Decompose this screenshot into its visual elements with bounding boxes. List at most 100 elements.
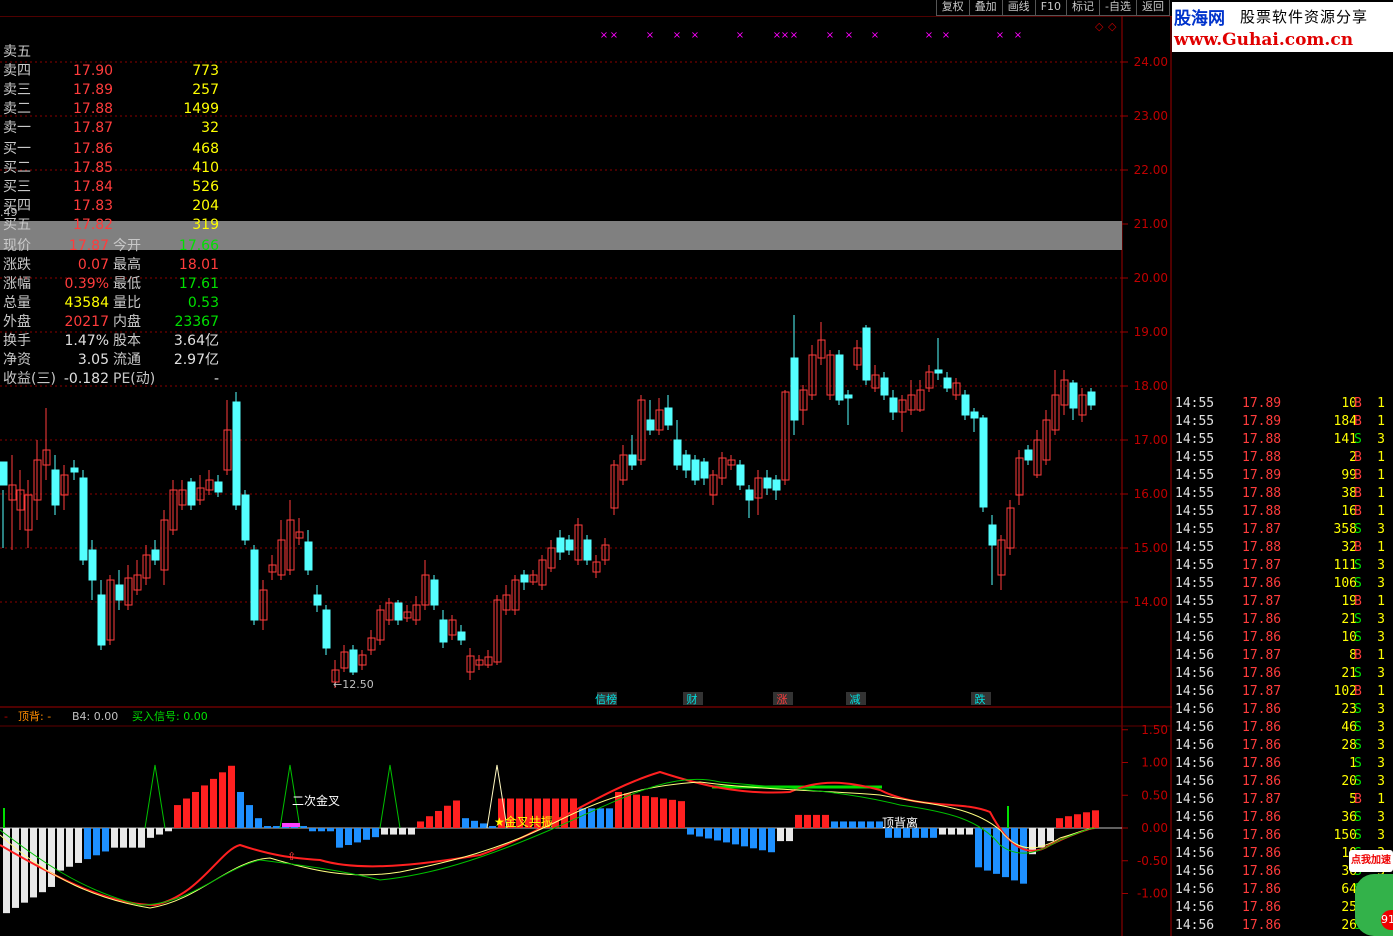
speedup-ad[interactable]: 点我加速 (1349, 850, 1393, 872)
tick-price: 17.86 (1242, 918, 1282, 933)
signal-marker: × (790, 30, 798, 41)
macd-bar (417, 821, 424, 828)
candle-body (790, 357, 799, 421)
tick-row: 14:55 17.88 38 B 1 (1172, 485, 1393, 503)
tick-row: 14:5617.8610S3 (1172, 629, 1393, 647)
signal-marker: × (673, 30, 681, 41)
macd-bar (219, 772, 226, 828)
tick-side: S (1354, 558, 1362, 573)
price-tick-label: 19.00 (1134, 325, 1168, 339)
sell-price: 17.89 (73, 82, 114, 98)
candle-body (97, 594, 106, 646)
tick-price: 17.86 (1242, 738, 1282, 753)
stat-value: 0.07 (77, 257, 109, 273)
macd-bar (1092, 810, 1099, 828)
tick-count: 3 (1377, 630, 1385, 645)
stat-label: 涨幅 (3, 276, 31, 292)
tick-time: 14:55 (1175, 396, 1215, 411)
buy-row: 买五 17.82 319 (0, 216, 221, 235)
tick-time: 14:56 (1175, 810, 1215, 825)
candle-body (889, 397, 898, 413)
candle-body (1087, 391, 1096, 406)
macd-bar (1065, 816, 1072, 828)
corner-diamond-icon: ◇ (1095, 20, 1104, 33)
tick-count: 3 (1377, 558, 1385, 573)
macd-bar (660, 798, 667, 828)
stat-row: 收益(三) -0.182 PE(动) - (0, 370, 221, 389)
tick-time: 14:55 (1175, 576, 1215, 591)
toolbar-button-2[interactable]: 画线 (1001, 0, 1035, 16)
buy-label: 买四 (3, 198, 31, 214)
tick-side: B (1354, 792, 1362, 807)
tick-count: 1 (1377, 396, 1385, 411)
macd-bar (120, 828, 127, 848)
tick-side: S (1354, 774, 1362, 789)
tick-row: 14:55 17.88 2 B 1 (1172, 449, 1393, 467)
macd-bar (192, 791, 199, 828)
tick-side: S (1354, 828, 1362, 843)
signal-marker: × (691, 30, 699, 41)
macd-bar (264, 826, 271, 828)
stat-value: 1.47% (64, 333, 109, 349)
macd-bar (471, 820, 478, 828)
tick-time: 14:55 (1175, 486, 1215, 501)
macd-bar (102, 828, 109, 852)
candle-body (583, 539, 592, 561)
buy-label: 买二 (3, 160, 31, 176)
candle-body (241, 494, 250, 541)
macd-bar (606, 808, 613, 828)
toolbar-button-0[interactable]: 复权 (935, 0, 969, 16)
toolbar-button-5[interactable]: -自选 (1099, 0, 1136, 16)
tick-row: 14:55 17.86 21 S 3 (1172, 611, 1393, 629)
macd-bar (714, 828, 721, 841)
tick-price: 17.86 (1242, 720, 1282, 735)
candle-body (70, 467, 79, 473)
tick-time: 14:56 (1175, 918, 1215, 933)
indicator-tick-label: 1.00 (1141, 756, 1168, 770)
tick-time: 14:56 (1175, 864, 1215, 879)
tick-row: 14:55 17.89 10 B 1 (1172, 395, 1393, 413)
macd-bar (822, 814, 829, 828)
tick-side: S (1354, 720, 1362, 735)
candle-body (691, 459, 700, 481)
stat-value: 17.87 (68, 238, 109, 254)
candle-body (187, 481, 196, 506)
signal-marker: × (942, 30, 950, 41)
candle-body (1069, 382, 1078, 409)
tick-side: B (1354, 486, 1362, 501)
tick-price: 17.86 (1242, 666, 1282, 681)
stat-label: 最低 (113, 276, 141, 292)
stat-value: 3.64亿 (173, 333, 219, 349)
tick-row: 14:56 17.86 23 S 3 (1172, 701, 1393, 719)
legend-top-divergence: 顶背: - (18, 709, 51, 723)
signal-marker: × (826, 30, 834, 41)
macd-bar (624, 793, 631, 828)
macd-bar (66, 828, 73, 867)
tick-side: B (1354, 468, 1362, 483)
signal-marker: × (600, 30, 608, 41)
tick-count: 3 (1377, 522, 1385, 537)
corner-diamond-icon: ◇ (1108, 20, 1117, 33)
macd-bar (21, 828, 28, 903)
low-price-label: ←12.50 (333, 678, 374, 691)
tick-row: 14:56 17.86 1 S 3 (1172, 755, 1393, 773)
tick-side: S (1354, 612, 1362, 627)
macd-bar (1020, 828, 1027, 884)
toolbar-button-1[interactable]: 叠加 (968, 0, 1002, 16)
buy-price: 17.85 (73, 160, 114, 176)
macd-bar (453, 800, 460, 828)
macd-bar (237, 791, 244, 828)
buy-label: 买五 (3, 217, 31, 233)
toolbar-button-4[interactable]: 标记 (1066, 0, 1100, 16)
tick-count: 3 (1377, 756, 1385, 771)
tick-price: 17.86 (1242, 630, 1282, 645)
macd-bar (966, 828, 973, 835)
tick-time: 14:55 (1175, 468, 1215, 483)
tick-time: 14:55 (1175, 504, 1215, 519)
price-tick-label: 17.00 (1134, 433, 1168, 447)
candle-body (151, 549, 160, 561)
signal-marker: × (781, 30, 789, 41)
buy-volume: 204 (192, 198, 219, 214)
toolbar-button-6[interactable]: 返回 (1136, 0, 1170, 16)
toolbar-button-3[interactable]: F10 (1034, 0, 1067, 16)
